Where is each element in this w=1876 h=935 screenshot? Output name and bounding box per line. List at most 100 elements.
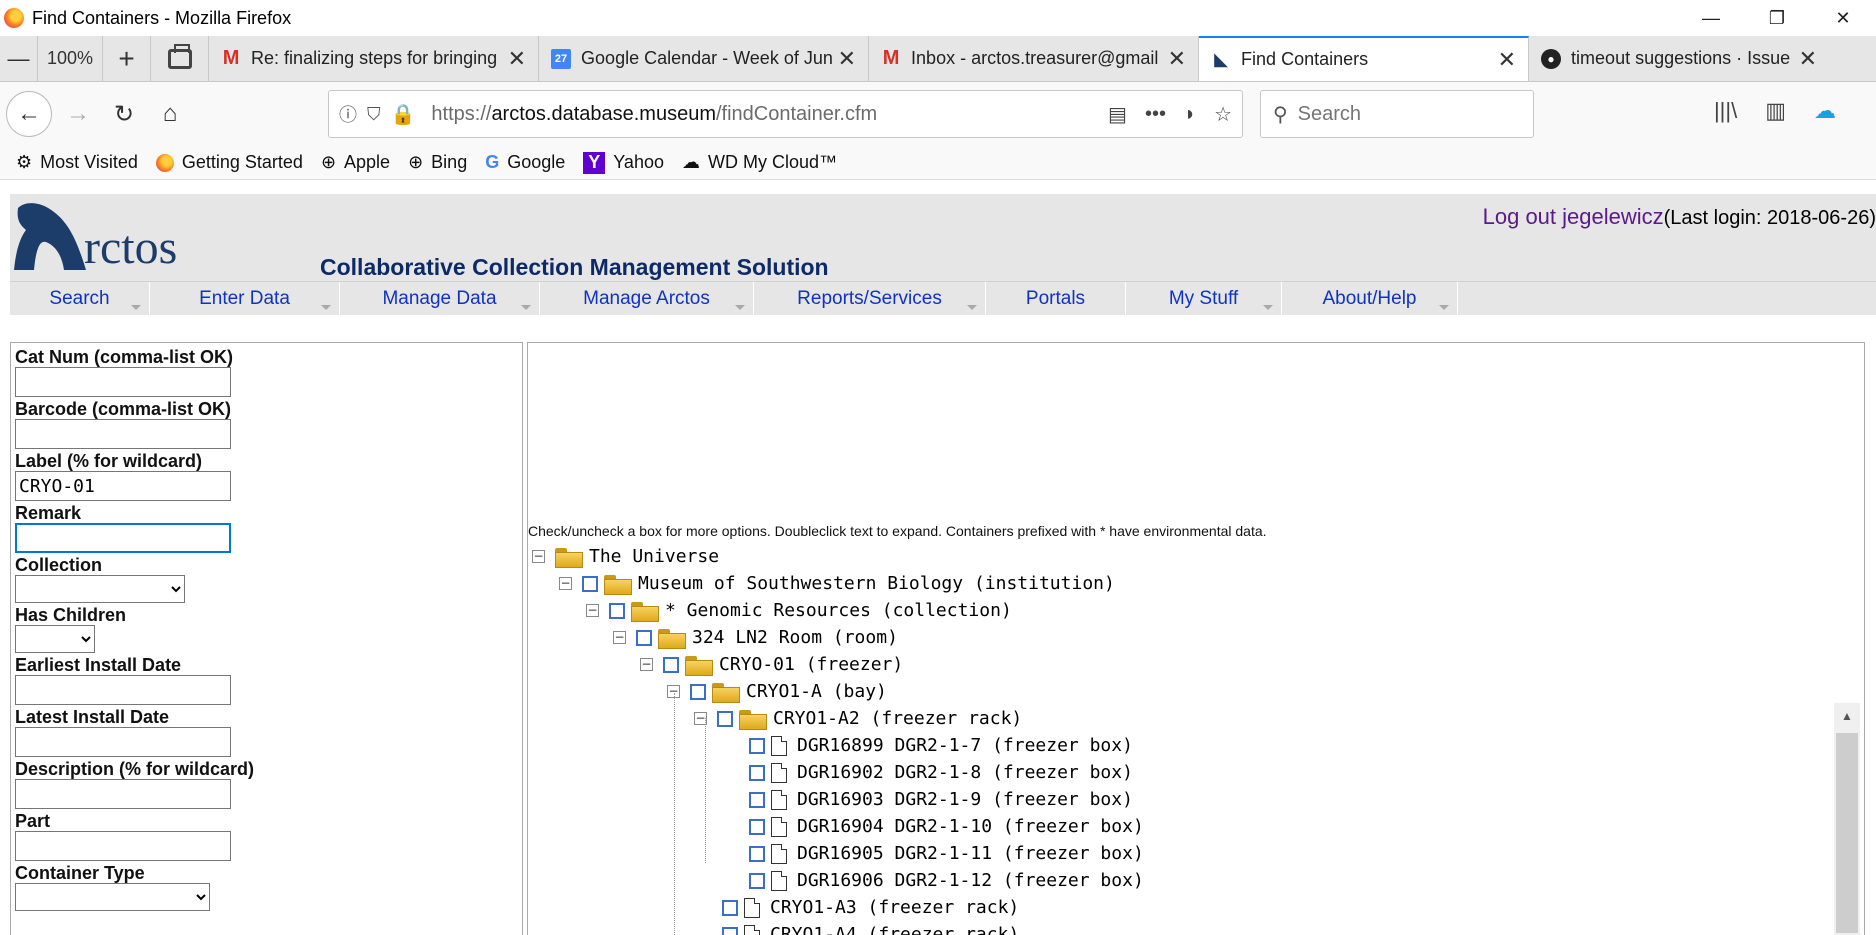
tree-node[interactable]: DGR16903 DGR2-1-9 (freezer box) bbox=[749, 786, 1133, 813]
tree-node[interactable]: − * Genomic Resources (collection) bbox=[586, 597, 1012, 624]
collapse-toggle-icon[interactable]: − bbox=[586, 604, 599, 617]
bookmark-apple[interactable]: ⊕ Apple bbox=[321, 152, 390, 173]
bookmark-getting-started[interactable]: Getting Started bbox=[155, 152, 303, 173]
has-children-select[interactable] bbox=[15, 625, 95, 653]
menu-about-help[interactable]: About/Help bbox=[1282, 281, 1458, 316]
tree-node-label[interactable]: Museum of Southwestern Biology (institut… bbox=[638, 573, 1115, 594]
close-window-button[interactable]: ✕ bbox=[1810, 0, 1876, 36]
node-checkbox[interactable] bbox=[636, 629, 652, 646]
scroll-up-icon[interactable]: ▲ bbox=[1834, 703, 1860, 729]
url-text[interactable]: https://arctos.database.museum/findConta… bbox=[431, 103, 1090, 126]
node-checkbox[interactable] bbox=[749, 791, 765, 808]
tree-node[interactable]: CRYO1-A4 (freezer rack) bbox=[722, 921, 1019, 935]
node-checkbox[interactable] bbox=[690, 683, 706, 700]
collapse-toggle-icon[interactable]: − bbox=[559, 577, 572, 590]
print-button[interactable] bbox=[151, 36, 210, 81]
tree-node-label[interactable]: CRYO1-A (bay) bbox=[746, 681, 887, 702]
barcode-input[interactable] bbox=[15, 419, 231, 449]
tree-node-label[interactable]: DGR16905 DGR2-1-11 (freezer box) bbox=[797, 843, 1144, 864]
bookmark-bing[interactable]: ⊕ Bing bbox=[408, 152, 467, 173]
menu-reports-services[interactable]: Reports/Services bbox=[754, 281, 986, 316]
search-bar[interactable]: ⚲ bbox=[1260, 90, 1534, 138]
tree-node-label[interactable]: DGR16899 DGR2-1-7 (freezer box) bbox=[797, 735, 1133, 756]
collection-select[interactable] bbox=[15, 575, 185, 603]
tree-node[interactable]: DGR16906 DGR2-1-12 (freezer box) bbox=[749, 867, 1144, 894]
zoom-out-button[interactable]: — bbox=[0, 36, 38, 81]
menu-enter-data[interactable]: Enter Data bbox=[150, 281, 340, 316]
reader-view-icon[interactable]: ▤ bbox=[1108, 102, 1127, 127]
close-tab-icon[interactable]: ✕ bbox=[838, 46, 856, 72]
forward-button[interactable]: → bbox=[58, 94, 98, 134]
restore-button[interactable]: ❐ bbox=[1744, 0, 1810, 36]
tree-node-label[interactable]: CRYO1-A3 (freezer rack) bbox=[770, 897, 1019, 918]
scroll-thumb[interactable] bbox=[1836, 733, 1858, 933]
node-checkbox[interactable] bbox=[749, 818, 765, 835]
node-checkbox[interactable] bbox=[663, 656, 679, 673]
menu-my-stuff[interactable]: My Stuff bbox=[1126, 281, 1282, 316]
logout-link[interactable]: Log out jegelewicz bbox=[1483, 204, 1664, 229]
tab-github-issue[interactable]: ● timeout suggestions · Issue #1 ✕ bbox=[1529, 36, 1829, 81]
home-button[interactable]: ⌂ bbox=[150, 94, 190, 134]
tree-node[interactable]: DGR16899 DGR2-1-7 (freezer box) bbox=[749, 732, 1133, 759]
node-checkbox[interactable] bbox=[582, 575, 598, 592]
earliest-install-date-input[interactable] bbox=[15, 675, 231, 705]
more-actions-icon[interactable]: ••• bbox=[1145, 103, 1166, 126]
collapse-toggle-icon[interactable]: − bbox=[532, 550, 545, 563]
search-input[interactable] bbox=[1297, 102, 1498, 126]
collapse-toggle-icon[interactable]: − bbox=[640, 658, 653, 671]
tree-node[interactable]: DGR16902 DGR2-1-8 (freezer box) bbox=[749, 759, 1133, 786]
tab-google-calendar[interactable]: 27 Google Calendar - Week of Jun ✕ bbox=[539, 36, 870, 81]
tree-node[interactable]: − CRYO1-A2 (freezer rack) bbox=[694, 705, 1022, 732]
minimize-button[interactable]: — bbox=[1678, 0, 1744, 36]
close-tab-icon[interactable]: ✕ bbox=[1168, 46, 1186, 72]
tree-node[interactable]: − CRYO1-A (bay) bbox=[667, 678, 887, 705]
bookmark-most-visited[interactable]: ⚙ Most Visited bbox=[16, 152, 138, 173]
tree-scrollbar[interactable]: ▲ bbox=[1834, 703, 1860, 935]
lock-icon[interactable]: 🔒 bbox=[391, 102, 416, 127]
back-button[interactable]: ← bbox=[6, 91, 52, 137]
tab-gmail-thread[interactable]: M Re: finalizing steps for bringing ✕ bbox=[209, 36, 540, 81]
tree-node-label[interactable]: DGR16903 DGR2-1-9 (freezer box) bbox=[797, 789, 1133, 810]
remark-input[interactable] bbox=[15, 523, 231, 553]
container-type-select[interactable] bbox=[15, 883, 210, 911]
tree-node-label[interactable]: CRYO1-A4 (freezer rack) bbox=[770, 924, 1019, 935]
zoom-in-button[interactable]: + bbox=[103, 36, 152, 81]
tab-find-containers[interactable]: ◣ Find Containers ✕ bbox=[1199, 36, 1530, 81]
menu-manage-arctos[interactable]: Manage Arctos bbox=[540, 281, 754, 316]
description-input[interactable] bbox=[15, 779, 231, 809]
cat-num-input[interactable] bbox=[15, 367, 231, 397]
tree-node-label[interactable]: * Genomic Resources (collection) bbox=[665, 600, 1012, 621]
collapse-toggle-icon[interactable]: − bbox=[613, 631, 626, 644]
node-checkbox[interactable] bbox=[749, 764, 765, 781]
url-bar[interactable]: ⓘ ⛉ 🔒 https://arctos.database.museum/fin… bbox=[328, 90, 1243, 138]
node-checkbox[interactable] bbox=[749, 872, 765, 889]
bookmark-wd-my-cloud[interactable]: ☁ WD My Cloud™ bbox=[682, 152, 837, 173]
tab-gmail-inbox[interactable]: M Inbox - arctos.treasurer@gmail ✕ bbox=[869, 36, 1200, 81]
menu-portals[interactable]: Portals bbox=[986, 281, 1126, 316]
reload-button[interactable]: ↻ bbox=[104, 94, 144, 134]
cloud-icon[interactable]: ☁ bbox=[1814, 98, 1836, 124]
info-icon[interactable]: ⓘ bbox=[339, 101, 357, 127]
menu-search[interactable]: Search bbox=[10, 281, 150, 316]
latest-install-date-input[interactable] bbox=[15, 727, 231, 757]
node-checkbox[interactable] bbox=[749, 845, 765, 862]
menu-manage-data[interactable]: Manage Data bbox=[340, 281, 540, 316]
tree-node[interactable]: − Museum of Southwestern Biology (institu… bbox=[559, 570, 1115, 597]
bookmark-star-icon[interactable]: ☆ bbox=[1214, 102, 1232, 127]
tree-node[interactable]: CRYO1-A3 (freezer rack) bbox=[722, 894, 1019, 921]
tree-node-label[interactable]: DGR16906 DGR2-1-12 (freezer box) bbox=[797, 870, 1144, 891]
close-tab-icon[interactable]: ✕ bbox=[1498, 47, 1516, 73]
close-tab-icon[interactable]: ✕ bbox=[1799, 46, 1817, 72]
tree-node-label[interactable]: DGR16902 DGR2-1-8 (freezer box) bbox=[797, 762, 1133, 783]
tree-node-label[interactable]: 324 LN2 Room (room) bbox=[692, 627, 898, 648]
part-input[interactable] bbox=[15, 831, 231, 861]
bookmark-google[interactable]: G Google bbox=[485, 152, 565, 173]
tree-node[interactable]: DGR16904 DGR2-1-10 (freezer box) bbox=[749, 813, 1144, 840]
tree-node[interactable]: − 324 LN2 Room (room) bbox=[613, 624, 898, 651]
zoom-level-button[interactable]: 100% bbox=[38, 36, 104, 81]
node-checkbox[interactable] bbox=[609, 602, 625, 619]
tree-node[interactable]: − CRYO-01 (freezer) bbox=[640, 651, 903, 678]
tree-node-label[interactable]: DGR16904 DGR2-1-10 (freezer box) bbox=[797, 816, 1144, 837]
tree-node[interactable]: − The Universe bbox=[532, 543, 719, 570]
arctos-logo[interactable]: rctos bbox=[12, 200, 177, 272]
